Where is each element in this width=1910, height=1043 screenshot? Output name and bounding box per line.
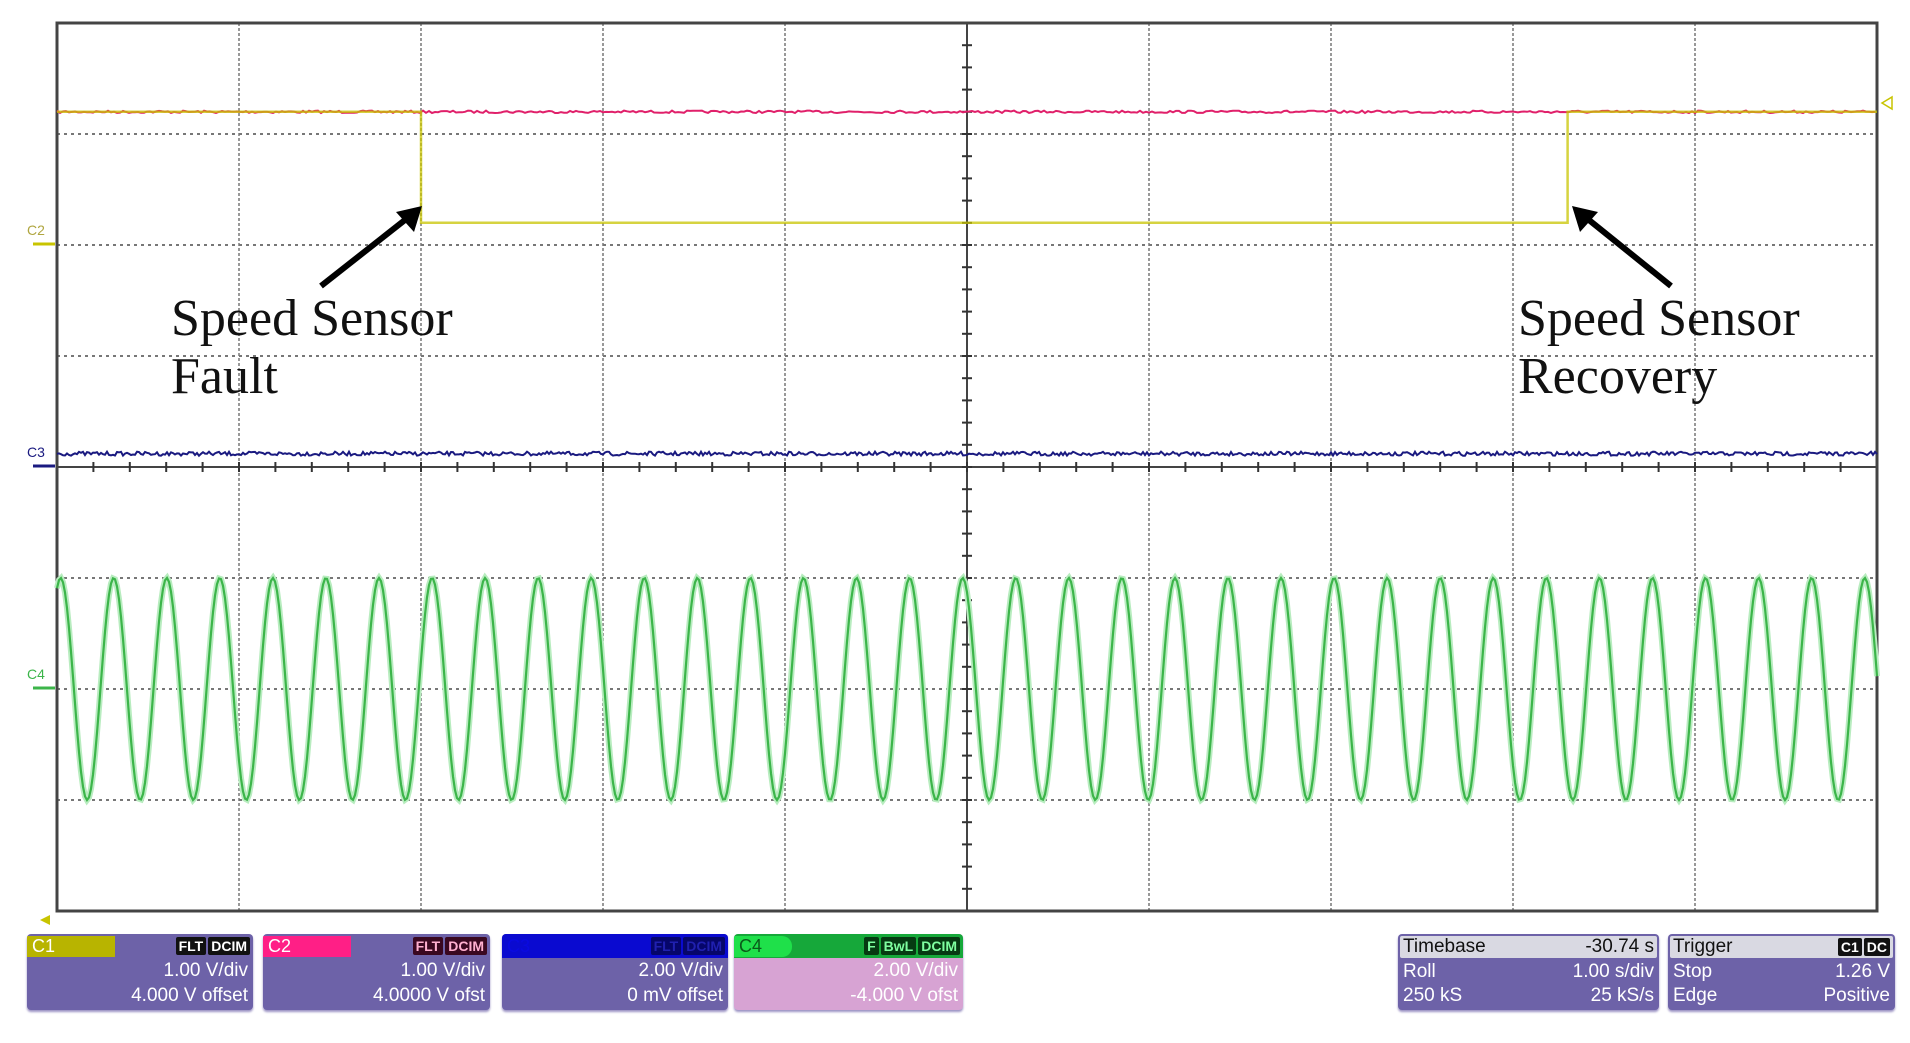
fault-arrow (319, 213, 412, 289)
timebase-label: Timebase (1403, 936, 1486, 957)
channel-panel-c2[interactable]: C2 FLT DCIM 1.00 V/div 4.0000 V ofst (263, 934, 490, 1010)
c2-label: C2 (27, 222, 45, 238)
recovery-arrowhead (1572, 206, 1598, 232)
acquisition-mode: Roll (1403, 961, 1436, 982)
oscilloscope-plot (33, 21, 1893, 925)
trigger-state: Stop (1673, 961, 1713, 982)
recovery-annotation: Speed Sensor Recovery (1518, 290, 1800, 406)
trigger-level-marker (1880, 95, 1893, 111)
fault-arrowhead (396, 206, 422, 232)
channel-panel-c3[interactable]: C3 FLT DCIM 2.00 V/div 0 mV offset (502, 934, 728, 1010)
c3-label: C3 (27, 444, 45, 460)
trigger-coupling-tag: DC (1863, 938, 1890, 956)
graticule (55, 21, 1879, 913)
sample-count: 250 kS (1403, 985, 1463, 1006)
offset: 4.000 V offset (131, 985, 248, 1006)
annotation-line: Speed Sensor (1518, 290, 1800, 347)
channel-panel-c1[interactable]: C1 FLT DCIM 1.00 V/div 4.000 V offset (27, 934, 253, 1010)
channel-header: C3 FLT DCIM (502, 934, 728, 958)
seconds-per-div: 1.00 s/div (1572, 961, 1654, 982)
annotation-line: Fault (171, 348, 278, 405)
volts-per-div: 1.00 V/div (400, 960, 486, 981)
trigger-label: Trigger (1673, 936, 1733, 957)
coupling-tag: DCIM (918, 937, 960, 955)
coupling-tag: DCIM (683, 937, 725, 955)
channel-name: C2 (263, 935, 352, 957)
trigger-type: Edge (1673, 985, 1718, 1006)
channel-header: C1 FLT DCIM (27, 934, 253, 958)
bandwidth-tag: BwL (880, 937, 917, 955)
volts-per-div: 2.00 V/div (638, 960, 724, 981)
trigger-header: Trigger C1 DC (1670, 936, 1893, 958)
filter-tag: F (864, 937, 879, 955)
ground-marker-icon (40, 915, 50, 925)
annotation-line: Speed Sensor (171, 290, 453, 347)
trigger-level: 1.26 V (1835, 961, 1890, 982)
filter-tag: FLT (650, 937, 682, 955)
offset: -4.000 V ofst (850, 985, 958, 1006)
sample-rate: 25 kS/s (1590, 985, 1654, 1006)
offset: 0 mV offset (627, 985, 723, 1006)
trigger-source-tag: C1 (1837, 938, 1862, 956)
trigger-panel[interactable]: Trigger C1 DC Stop 1.26 V Edge Positive (1668, 934, 1895, 1010)
offset: 4.0000 V ofst (373, 985, 485, 1006)
channel-name: C3 (507, 935, 531, 956)
trigger-slope: Positive (1823, 985, 1890, 1006)
channel-panel-c4[interactable]: C4 F BwL DCIM 2.00 V/div -4.000 V ofst (734, 934, 963, 1010)
channel-name: C4 (734, 935, 793, 957)
fault-annotation: Speed Sensor Fault (171, 290, 453, 406)
recovery-arrow (1582, 213, 1673, 289)
annotation-line: Recovery (1518, 348, 1718, 405)
c4-label: C4 (27, 666, 45, 682)
filter-tag: FLT (175, 937, 207, 955)
volts-per-div: 1.00 V/div (163, 960, 249, 981)
channel-header: C2 FLT DCIM (263, 934, 490, 958)
timebase-header: Timebase -30.74 s (1400, 936, 1657, 958)
channel-header: C4 F BwL DCIM (734, 934, 963, 958)
filter-tag: FLT (412, 937, 444, 955)
volts-per-div: 2.00 V/div (873, 960, 959, 981)
timebase-value: -30.74 s (1585, 936, 1654, 957)
channel-name: C1 (27, 935, 116, 957)
coupling-tag: DCIM (445, 937, 487, 955)
coupling-tag: DCIM (208, 937, 250, 955)
timebase-panel[interactable]: Timebase -30.74 s Roll 1.00 s/div 250 kS 2… (1398, 934, 1659, 1010)
